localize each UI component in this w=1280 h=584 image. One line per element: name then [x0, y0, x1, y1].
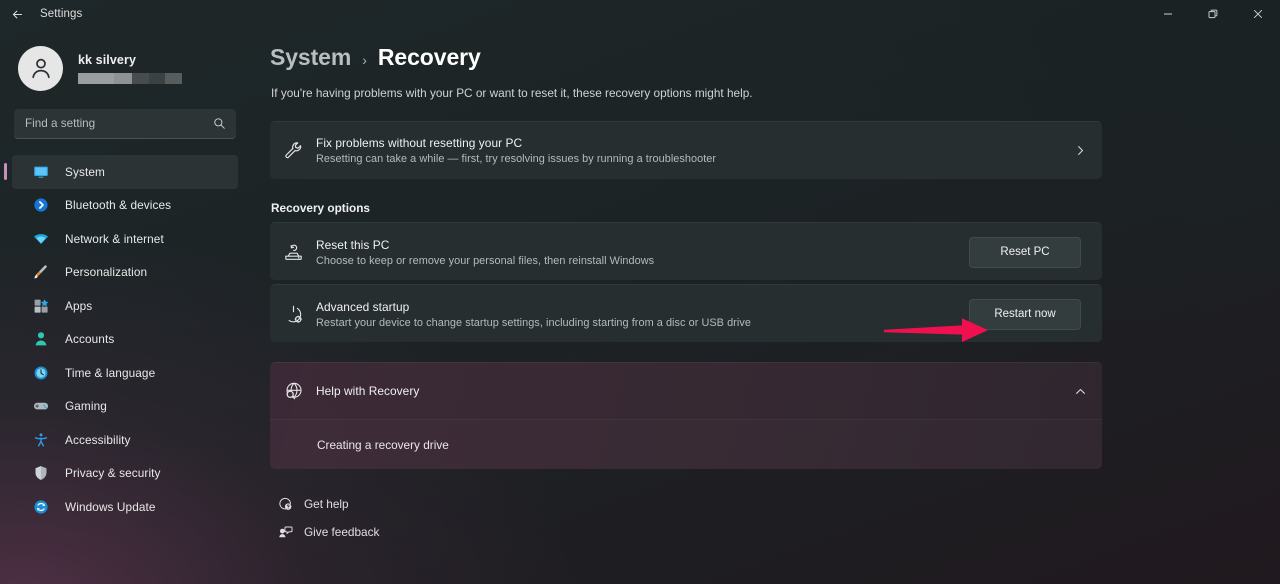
account-icon	[32, 331, 49, 348]
give-feedback-link[interactable]: Give feedback	[270, 518, 1280, 546]
help-with-recovery-title: Help with Recovery	[316, 384, 420, 398]
account-email-redacted	[78, 72, 182, 84]
help-with-recovery-body: Creating a recovery drive	[270, 419, 1102, 469]
fix-problems-text: Fix problems without resetting your PC R…	[316, 136, 1058, 165]
sidebar-item-system[interactable]: System	[4, 155, 238, 189]
close-icon	[1253, 9, 1262, 19]
display-icon	[32, 163, 49, 180]
restore-button[interactable]	[1190, 0, 1235, 28]
sidebar-item-personalization[interactable]: Personalization	[12, 256, 238, 290]
help-with-recovery-card: Help with Recovery Creating a recovery d…	[270, 362, 1102, 469]
sidebar-item-time-language[interactable]: Time & language	[12, 356, 238, 390]
update-icon	[32, 498, 49, 515]
sidebar-item-gaming[interactable]: Gaming	[12, 390, 238, 424]
advanced-startup-title: Advanced startup	[316, 299, 410, 314]
reset-this-pc-subtitle: Choose to keep or remove your personal f…	[316, 254, 655, 267]
arrow-left-icon	[12, 10, 22, 18]
page-title: Recovery	[377, 44, 481, 70]
advanced-startup-subtitle: Restart your device to change startup se…	[316, 316, 751, 329]
chevron-right-icon[interactable]	[1058, 145, 1102, 156]
globe-search-icon	[270, 381, 316, 402]
shield-icon	[32, 465, 49, 482]
sidebar-item-label: Privacy & security	[65, 466, 161, 481]
sidebar-item-bluetooth-devices[interactable]: Bluetooth & devices	[12, 189, 238, 223]
avatar	[18, 45, 63, 91]
give-feedback-label: Give feedback	[304, 525, 380, 539]
sidebar-nav: System Bluetooth & devices Network & int…	[4, 155, 238, 524]
sidebar-item-label: Accessibility	[65, 432, 131, 447]
minimize-button[interactable]	[1145, 0, 1190, 28]
sidebar-item-accounts[interactable]: Accounts	[12, 323, 238, 357]
reset-pc-button[interactable]: Reset PC	[969, 236, 1081, 268]
minimize-icon	[1163, 13, 1172, 15]
apps-icon	[32, 297, 49, 314]
settings-window: Settings kk silvery Find a setting Syste…	[0, 0, 1280, 584]
footer-links: Get help Give feedback	[270, 490, 1280, 546]
reset-this-pc-row: Reset this PC Choose to keep or remove y…	[270, 222, 1102, 280]
gamepad-icon	[32, 398, 49, 415]
sidebar-item-privacy-security[interactable]: Privacy & security	[12, 457, 238, 491]
restart-now-button[interactable]: Restart now	[969, 298, 1081, 330]
person-icon	[31, 58, 50, 79]
app-title: Settings	[40, 8, 83, 20]
chevron-up-icon[interactable]	[1058, 386, 1102, 397]
back-button[interactable]	[0, 0, 34, 28]
help-with-recovery-header[interactable]: Help with Recovery	[270, 363, 1102, 419]
page-description: If you're having problems with your PC o…	[271, 86, 753, 100]
creating-a-recovery-drive-link[interactable]: Creating a recovery drive	[317, 438, 449, 452]
recovery-options-heading: Recovery options	[271, 201, 370, 215]
sidebar-item-label: Bluetooth & devices	[65, 198, 172, 213]
profile-text: kk silvery	[78, 53, 182, 84]
sidebar-item-label: System	[65, 164, 105, 179]
sidebar-item-windows-update[interactable]: Windows Update	[12, 490, 238, 524]
sidebar-item-apps[interactable]: Apps	[12, 289, 238, 323]
reset-this-pc-title: Reset this PC	[316, 237, 390, 252]
sidebar-item-label: Personalization	[65, 265, 148, 280]
sidebar-item-accessibility[interactable]: Accessibility	[12, 423, 238, 457]
fix-problems-title: Fix problems without resetting your PC	[316, 136, 523, 150]
breadcrumb-separator: ›	[362, 52, 367, 68]
feedback-icon	[270, 525, 300, 540]
paintbrush-icon	[32, 264, 49, 281]
close-button[interactable]	[1235, 0, 1280, 28]
window-controls	[1145, 0, 1280, 28]
sidebar-item-network-internet[interactable]: Network & internet	[12, 222, 238, 256]
main-content: System › Recovery If you're having probl…	[248, 28, 1280, 584]
reset-this-pc-text: Reset this PC Choose to keep or remove y…	[316, 238, 969, 267]
profile-name: kk silvery	[78, 52, 136, 67]
sidebar-item-label: Apps	[65, 298, 93, 313]
sidebar-item-label: Windows Update	[65, 499, 156, 514]
sidebar-item-label: Network & internet	[65, 231, 164, 246]
sidebar-item-label: Time & language	[65, 365, 156, 380]
advanced-startup-text: Advanced startup Restart your device to …	[316, 300, 969, 329]
breadcrumb: System › Recovery	[270, 44, 1280, 71]
user-profile[interactable]: kk silvery	[18, 40, 236, 96]
wrench-icon	[270, 140, 316, 161]
get-help-icon	[270, 497, 300, 512]
get-help-link[interactable]: Get help	[270, 490, 1280, 518]
wifi-icon	[32, 230, 49, 247]
reset-pc-icon	[270, 242, 316, 263]
sidebar-item-label: Accounts	[65, 332, 115, 347]
clock-icon	[32, 364, 49, 381]
sidebar: kk silvery System	[0, 28, 248, 584]
fix-problems-card[interactable]: Fix problems without resetting your PC R…	[270, 121, 1102, 179]
advanced-startup-row: Advanced startup Restart your device to …	[270, 284, 1102, 342]
restore-icon	[1208, 9, 1217, 19]
search-icon	[214, 118, 225, 129]
bluetooth-icon	[32, 197, 49, 214]
get-help-label: Get help	[304, 497, 349, 511]
breadcrumb-parent[interactable]: System	[270, 44, 351, 71]
search-input[interactable]	[14, 109, 236, 138]
search-box[interactable]	[14, 109, 236, 139]
accessibility-icon	[32, 431, 49, 448]
fix-problems-subtitle: Resetting can take a while — first, try …	[316, 153, 717, 165]
advanced-startup-icon	[270, 304, 316, 325]
sidebar-item-label: Gaming	[65, 399, 107, 414]
title-bar: Settings	[0, 0, 1280, 28]
recovery-options-group: Reset this PC Choose to keep or remove y…	[270, 222, 1102, 342]
